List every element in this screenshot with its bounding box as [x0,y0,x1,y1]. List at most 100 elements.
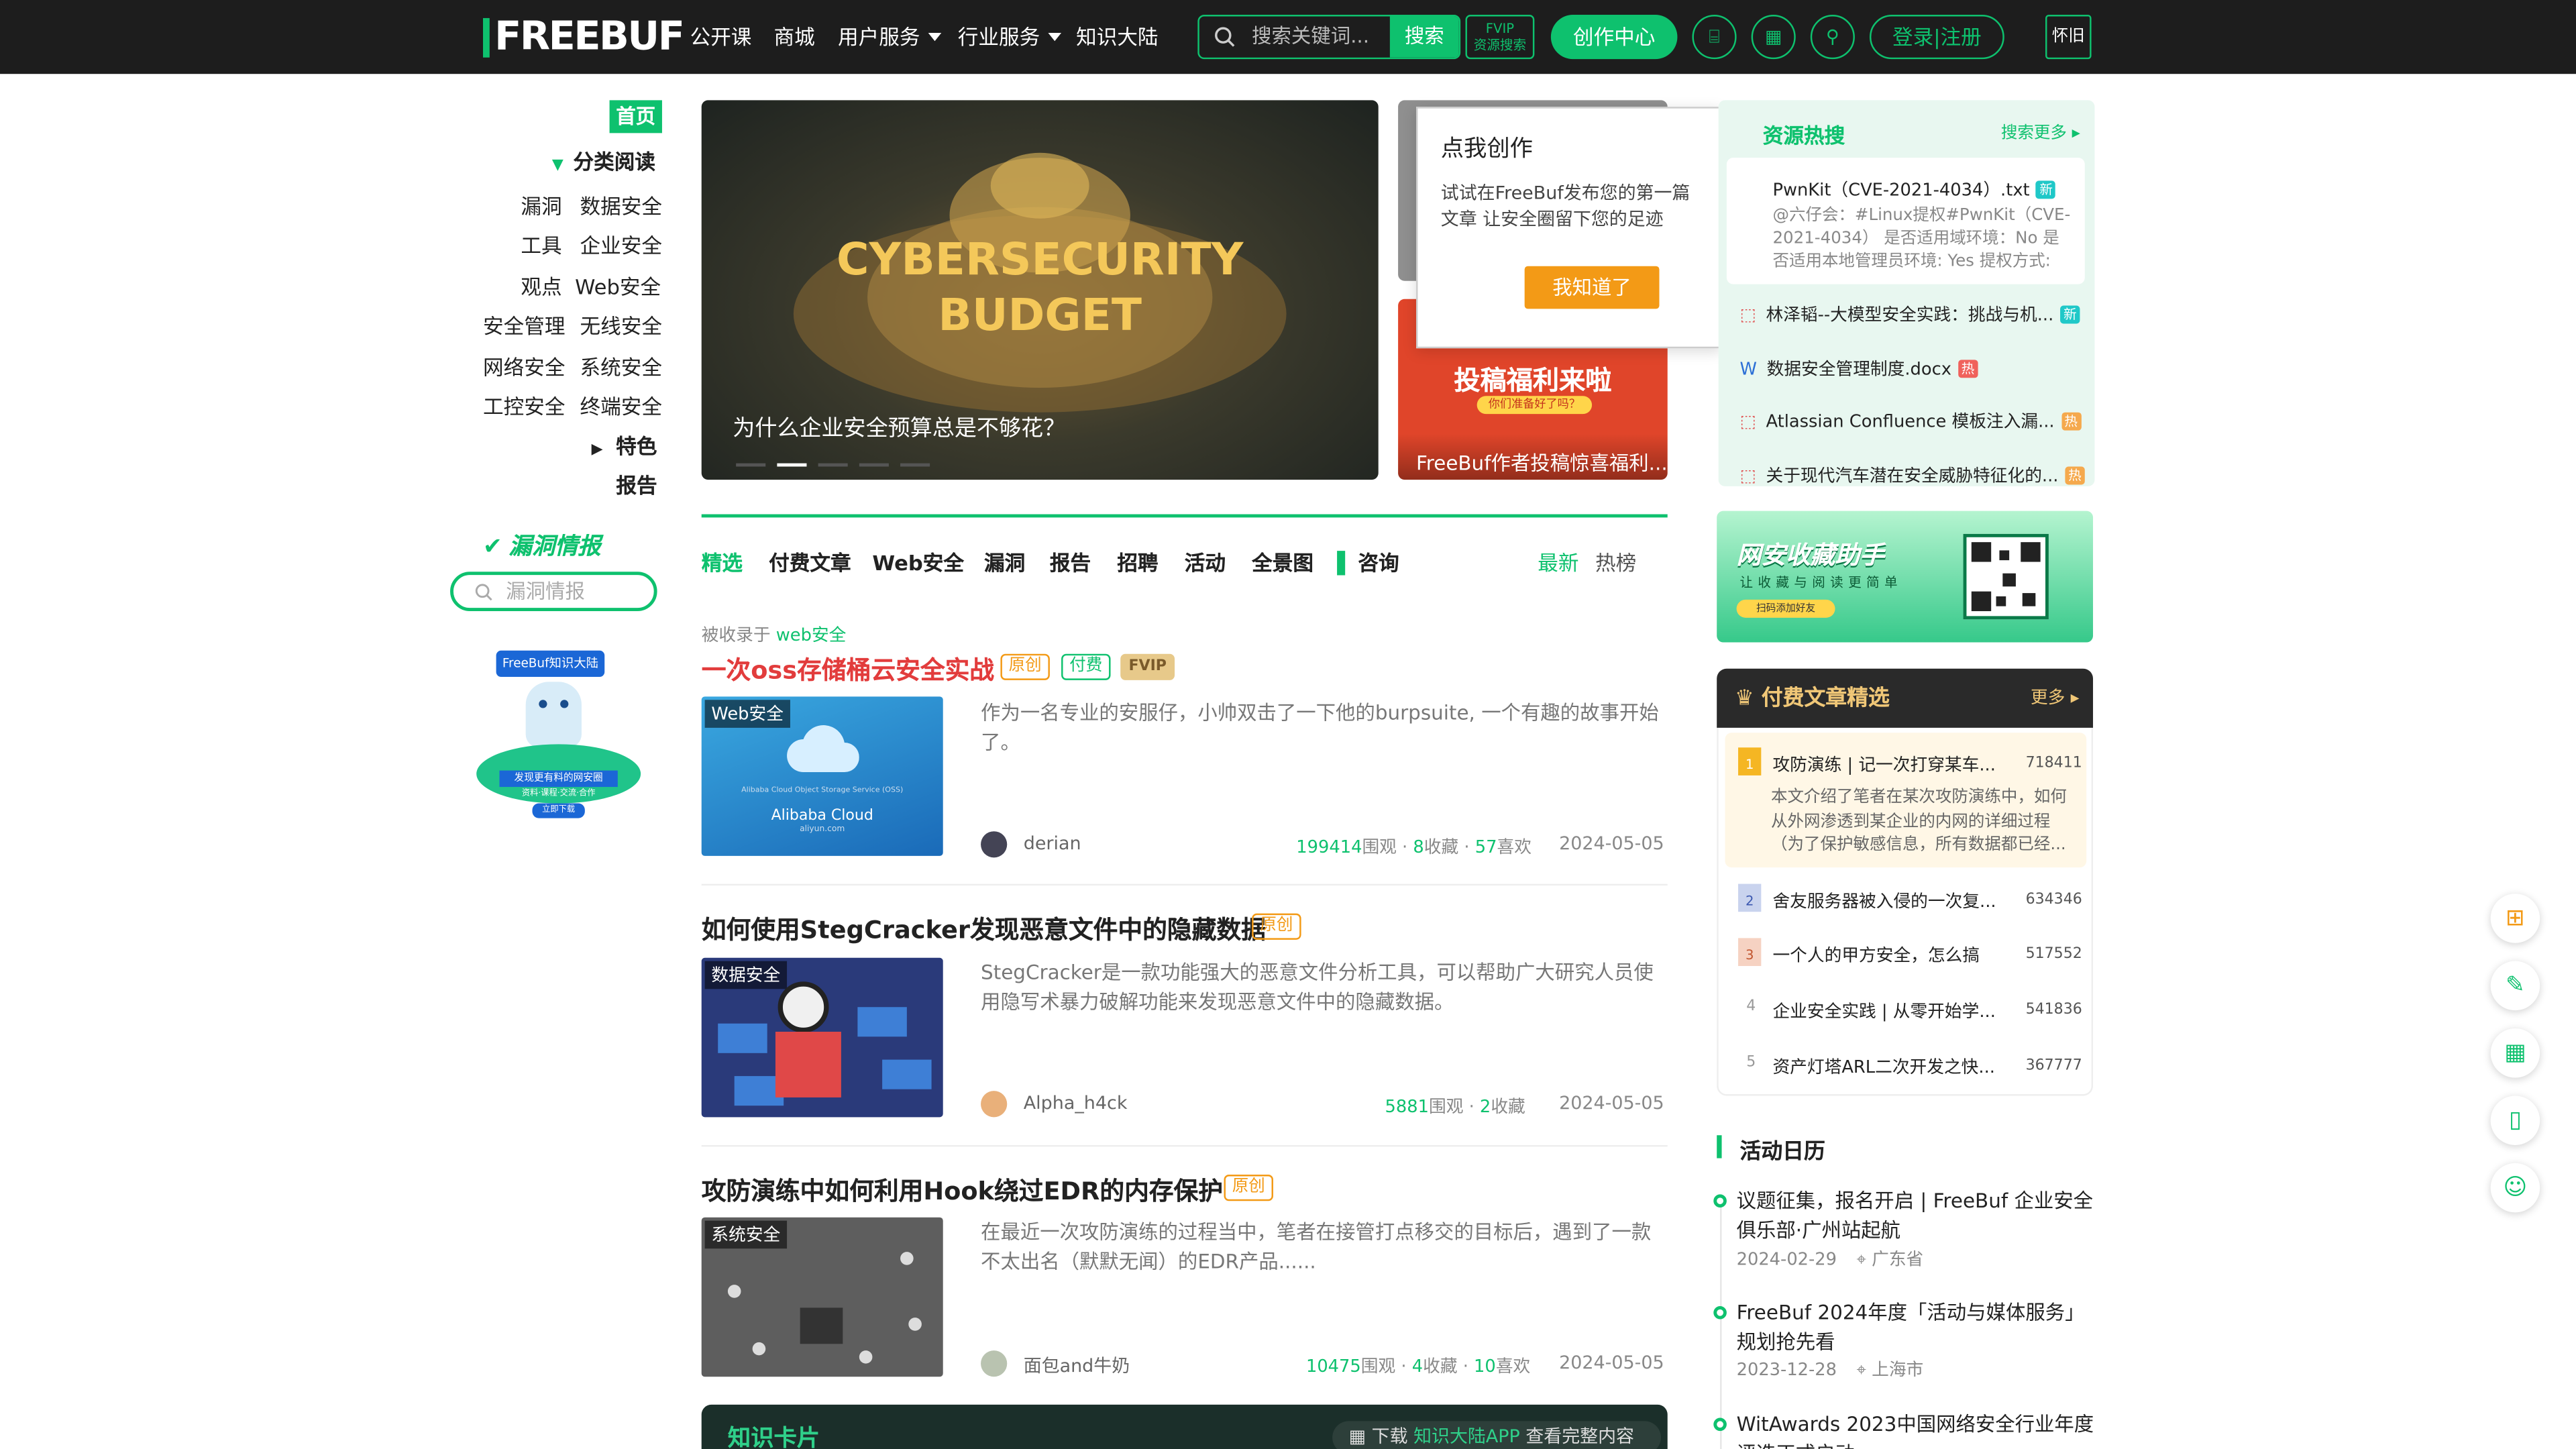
carousel-dot[interactable] [900,463,930,467]
timeline-line [1720,1199,1722,1449]
sort-hot[interactable]: 热榜 [1595,545,1636,577]
tab-panorama[interactable]: 全景图 [1252,545,1313,577]
login-register-button[interactable]: 登录|注册 [1869,15,2004,60]
main-banner[interactable]: CYBERSECURITY BUDGET 为什么企业安全预算总是不够花？ [701,100,1379,480]
mobile-phone-icon[interactable]: ▯ [2490,1095,2540,1145]
vuln-intel-input[interactable]: 漏洞情报 [450,572,657,612]
cat-network-security[interactable]: 网络安全 [483,350,565,382]
paid-article-title[interactable]: 一个人的甲方安全，怎么搞 [1772,943,1980,968]
mascot-app-icon[interactable]: ☺ [2490,1163,2540,1213]
article-title[interactable]: 攻防演练中如何利用Hook绕过EDR的内存保护 [702,1173,1223,1208]
cat-tools[interactable]: 工具 [521,228,561,260]
cat-system-security[interactable]: 系统安全 [580,350,661,382]
activity-title[interactable]: FreeBuf 2024年度「活动与媒体服务」规划抢先看 [1737,1298,2095,1357]
resources-more[interactable]: 搜索更多 ▸ [2001,118,2080,143]
popup-text: 试试在FreeBuf发布您的第一篇文章 让安全圈留下您的足迹 [1440,182,1690,230]
article-date: 2024-05-05 [1559,1092,1664,1114]
chevron-right-icon: ▸ [2072,125,2080,144]
nav-special[interactable]: ▶ 特色 [592,429,657,460]
carousel-dot[interactable] [736,463,766,467]
tab-jobs[interactable]: 招聘 [1117,545,1158,577]
tab-featured[interactable]: 精选 [702,545,743,577]
cat-vuln[interactable]: 漏洞 [521,189,561,221]
promo-download-button[interactable]: 立即下载 [532,803,585,818]
article-title[interactable]: 如何使用StegCracker发现恶意文件中的隐藏数据 [702,912,1266,946]
consult-icon: ▌ [1337,550,1354,576]
app-download-hint[interactable]: ▦ 下载 知识大陆APP 查看完整内容 [1332,1421,1661,1449]
scan-add-friend-button[interactable]: 扫码添加好友 [1736,599,1835,618]
nav-knowledge[interactable]: 知识大陆 [1076,0,1158,74]
tab-paid[interactable]: 付费文章 [769,545,851,577]
tab-vuln[interactable]: 漏洞 [984,545,1025,577]
cat-data-security[interactable]: 数据安全 [580,189,661,221]
resource-item[interactable]: ⬚ 关于现代汽车潜在安全威胁特征化的... 热 [1739,464,2085,488]
article-title[interactable]: 一次oss存储桶云安全实战 [702,652,994,686]
paid-articles-more[interactable]: 更多 ▸ [2031,685,2080,710]
create-center-button[interactable]: 创作中心 [1550,15,1678,60]
paid-article-title[interactable]: 攻防演练 | 记一次打穿某车... [1772,753,1995,777]
carousel-dot-active[interactable] [777,463,807,467]
avatar[interactable] [981,831,1008,858]
article-author[interactable]: Alpha_h4ck [1024,1093,1128,1114]
resource-badge: 热 [1957,360,1978,378]
resource-badge: 热 [2061,412,2081,431]
security-assistant-banner[interactable]: 网安收藏助手 让收藏与阅读更简单 扫码添加好友 [1717,511,2094,643]
knowledge-continent-promo[interactable]: FreeBuf知识大陆 发现更有料的网安圈 资料·课程·交流·合作 立即下载 [473,645,644,829]
article-thumbnail[interactable]: 系统安全 [701,1217,943,1377]
activity-title[interactable]: 议题征集，报名开启 | FreeBuf 企业安全俱乐部·广州站起航 [1737,1186,2095,1245]
ai-robot-icon[interactable]: ⌸ [1692,15,1737,60]
avatar[interactable] [981,1350,1008,1377]
search-input[interactable]: 搜索关键词... [1252,16,1369,57]
cat-security-mgmt[interactable]: 安全管理 [483,309,565,340]
featured-resource-title[interactable]: PwnKit（CVE-2021-4034）.txt 新 [1772,177,2056,202]
paid-article-title[interactable]: 企业安全实践 | 从零开始学... [1772,999,1995,1024]
gift-icon[interactable]: ⊞ [2490,894,2540,943]
article-author[interactable]: 面包and牛奶 [1024,1352,1130,1379]
freebuf-logo[interactable]: FREEBUF [483,15,685,57]
cat-ics-security[interactable]: 工控安全 [483,389,565,421]
popup-ok-button[interactable]: 我知道了 [1524,266,1660,309]
search-button[interactable]: 搜索 [1389,16,1459,58]
cat-wireless-security[interactable]: 无线安全 [580,309,661,340]
vuln-intel-title[interactable]: ✔ 漏洞情报 [483,529,601,562]
nav-home[interactable]: 首页 [609,100,662,133]
category-reading[interactable]: ▼ 分类阅读 [552,145,655,176]
old-version-button[interactable]: 怀旧 [2045,15,2092,60]
original-badge: 原创 [1224,1175,1273,1201]
article-thumbnail[interactable]: 数据安全 [701,957,943,1118]
activity-title[interactable]: WitAwards 2023中国网络安全行业年度评选正式启动 [1737,1409,2095,1449]
nav-report[interactable]: 报告 [616,468,657,500]
cat-web-security[interactable]: Web安全 [575,270,661,301]
link-tool-icon[interactable]: ⚲ [1810,15,1855,60]
avatar[interactable] [981,1091,1008,1118]
nav-mall[interactable]: 商城 [773,0,814,74]
article-thumbnail[interactable]: Web安全 Alibaba Cloud Object Storage Servi… [701,696,943,856]
carousel-dot[interactable] [859,463,889,467]
article-author[interactable]: derian [1024,833,1081,855]
alibaba-cloud-logo: Alibaba Cloud [771,808,873,825]
tab-consult[interactable]: ▌ 咨询 [1337,545,1399,577]
paid-article-title[interactable]: 资产灯塔ARL二次开发之快... [1772,1055,1994,1079]
resource-item[interactable]: W 数据安全管理制度.docx 热 [1739,356,1978,381]
tab-web-security[interactable]: Web安全 [872,545,964,577]
tab-report[interactable]: 报告 [1050,545,1091,577]
pencil-edit-icon[interactable]: ✎ [2490,961,2540,1011]
carousel-dot[interactable] [818,463,848,467]
nav-open-course[interactable]: 公开课 [690,0,752,74]
nav-user-service[interactable]: 用户服务 [838,0,942,74]
cat-enterprise-security[interactable]: 企业安全 [580,228,661,260]
nav-industry-service[interactable]: 行业服务 [958,0,1062,74]
resource-item[interactable]: ⬚ 林泽韬--大模型安全实践：挑战与机... 新 [1739,303,2080,327]
sort-latest[interactable]: 最新 [1538,545,1578,577]
paid-article-title[interactable]: 舍友服务器被入侵的一次复... [1772,889,1996,914]
calendar-icon[interactable]: ▦ [1751,15,1796,60]
fvip-resource-search[interactable]: FVIP 资源搜索 [1465,15,1535,60]
paid-articles-title: ♛ 付费文章精选 [1735,680,1890,712]
collected-link[interactable]: web安全 [776,626,847,645]
qrcode-icon[interactable]: ▦ [2490,1028,2540,1078]
cat-opinion[interactable]: 观点 [521,270,561,301]
cat-endpoint-security[interactable]: 终端安全 [580,389,661,421]
resource-item[interactable]: ⬚ Atlassian Confluence 模板注入漏... 热 [1739,409,2081,434]
knowledge-card[interactable]: 知识卡片 ▦ 下载 知识大陆APP 查看完整内容 [701,1404,1668,1449]
tab-events[interactable]: 活动 [1185,545,1226,577]
